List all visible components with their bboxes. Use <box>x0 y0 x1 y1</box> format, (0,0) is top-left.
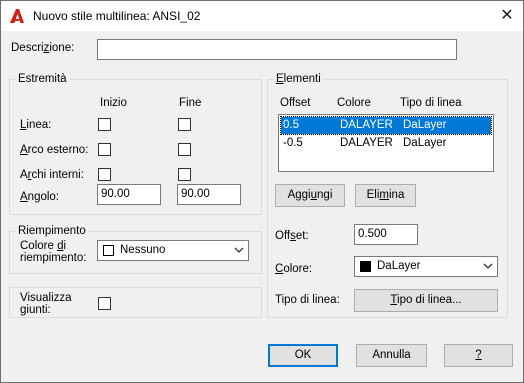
arco-esterno-fine-checkbox[interactable] <box>178 143 191 156</box>
header-colore: Colore <box>337 97 371 109</box>
tipo-linea-button[interactable]: Tipo di linea... <box>354 289 498 312</box>
tipo-linea-label: Tipo di linea: <box>275 294 340 306</box>
annulla-button[interactable]: Annulla <box>356 344 427 367</box>
color-swatch <box>103 245 114 256</box>
window-title: Nuovo stile multilinea: ANSI_02 <box>33 9 201 23</box>
arco-esterno-inizio-checkbox[interactable] <box>98 143 111 156</box>
offset-label: Offset: <box>275 230 309 242</box>
elementi-title: Elementi <box>274 73 323 85</box>
angolo-inizio-input[interactable]: 90.00 <box>97 184 161 205</box>
title-bar[interactable]: Nuovo stile multilinea: ANSI_02 ✕ <box>1 1 523 31</box>
visualizza-label-2: giunti: <box>20 304 51 316</box>
description-label: Descrizione: <box>11 42 75 54</box>
colore-riempimento-label-1: Colore di <box>20 240 67 252</box>
row-colore: DALAYER <box>340 137 393 149</box>
colore-riempimento-select[interactable]: Nessuno <box>97 240 249 261</box>
chevron-down-icon <box>483 263 493 269</box>
visualizza-label-1: Visualizza <box>20 292 72 304</box>
help-button[interactable]: ? <box>444 344 513 367</box>
list-item[interactable]: -0.5 DALAYER DaLayer <box>281 135 491 152</box>
row-tipo: DaLayer <box>403 119 447 131</box>
ok-button[interactable]: OK <box>268 344 338 367</box>
elimina-button[interactable]: Elimina <box>355 184 416 207</box>
chevron-down-icon <box>234 247 244 253</box>
row-tipo: DaLayer <box>403 137 447 149</box>
angolo-label: Angolo: <box>20 191 60 203</box>
colore-riempimento-value: Nessuno <box>120 244 166 256</box>
header-offset: Offset <box>280 97 311 109</box>
aggiungi-button[interactable]: Aggiungi <box>275 184 345 207</box>
riempimento-title: Riempimento <box>16 225 88 237</box>
close-icon[interactable]: ✕ <box>494 3 520 29</box>
offset-input[interactable]: 0.500 <box>354 224 418 245</box>
row-offset: -0.5 <box>283 137 303 149</box>
arco-esterno-label: Arco esterno: <box>20 144 89 156</box>
colore-riempimento-label-2: riempimento: <box>20 252 87 264</box>
linea-inizio-checkbox[interactable] <box>98 118 111 131</box>
archi-interni-inizio-checkbox[interactable] <box>98 168 111 181</box>
archi-interni-label: Archi interni: <box>20 169 84 181</box>
elementi-list[interactable]: 0.5 DALAYER DaLayer -0.5 DALAYER DaLayer <box>278 114 494 172</box>
archi-interni-fine-checkbox[interactable] <box>178 168 191 181</box>
estremita-title: Estremità <box>16 73 69 85</box>
colore-label: Colore: <box>275 263 313 275</box>
autocad-logo-icon <box>10 9 24 23</box>
col-inizio-header: Inizio <box>100 97 127 109</box>
row-offset: 0.5 <box>283 119 299 131</box>
color-swatch <box>360 261 371 272</box>
linea-label: Linea: <box>20 119 52 131</box>
linea-fine-checkbox[interactable] <box>178 118 191 131</box>
col-fine-header: Fine <box>179 97 202 109</box>
list-item[interactable]: 0.5 DALAYER DaLayer <box>280 116 492 135</box>
row-colore: DALAYER <box>340 119 393 131</box>
description-input[interactable] <box>97 39 457 60</box>
angolo-fine-input[interactable]: 90.00 <box>177 184 241 205</box>
header-tipo: Tipo di linea <box>400 97 462 109</box>
colore-select[interactable]: DaLayer <box>354 256 498 277</box>
colore-value: DaLayer <box>377 260 421 272</box>
visualizza-giunti-checkbox[interactable] <box>98 297 111 310</box>
dialog-window: Nuovo stile multilinea: ANSI_02 ✕ Descri… <box>0 0 524 383</box>
